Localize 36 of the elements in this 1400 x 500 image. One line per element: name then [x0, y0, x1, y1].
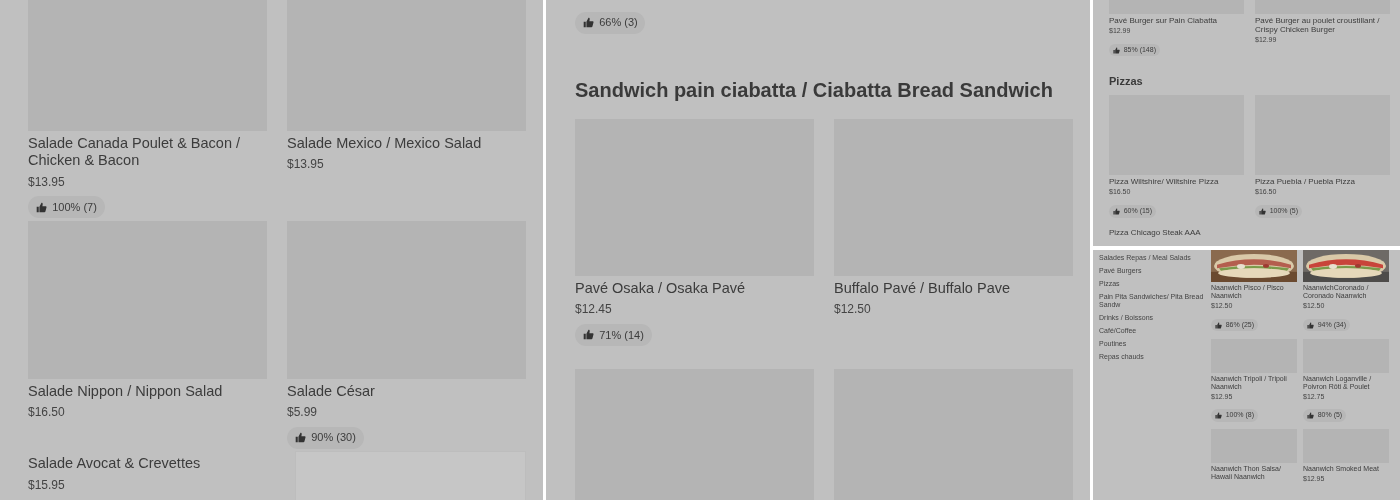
thumbs-up-icon [1113, 207, 1121, 215]
section-heading: Sandwich pain ciabatta / Ciabatta Bread Sandwich [575, 78, 1054, 103]
item-price: $12.50 [834, 301, 872, 319]
thumbs-up-icon [1215, 321, 1223, 329]
rating-badge: 100% (7) [28, 196, 105, 219]
item-price: $13.95 [28, 173, 66, 191]
thumbs-up-icon [582, 17, 594, 28]
item-price: $13.95 [287, 156, 325, 174]
rating-badge: 66% (3) [575, 11, 646, 34]
item-price: $16.50 [28, 404, 66, 422]
thumbs-up-icon [1307, 321, 1315, 329]
thumbs-up-icon [294, 432, 306, 444]
item-name[interactable]: Pizza Wiltshire/ Wiltshire Pizza [1109, 177, 1244, 187]
item-name[interactable]: Salade Avocat & Crevettes [28, 455, 267, 473]
thumbs-up-icon [1113, 46, 1121, 54]
item-name[interactable]: Salade Mexico / Mexico Salad [287, 135, 526, 153]
item-price: $12.45 [575, 301, 613, 319]
item-name[interactable]: Pizza Chicago Steak AAA [1109, 227, 1244, 238]
thumbs-up-icon [1215, 412, 1223, 420]
section-heading: Pizzas [1109, 73, 1144, 89]
item-name[interactable]: Buffalo Pavé / Buffalo Pave [834, 280, 1073, 298]
thumbs-up-icon [35, 201, 47, 213]
thumbs-up-icon [1259, 207, 1267, 215]
thumbs-up-icon [582, 329, 594, 341]
item-price: $5.99 [287, 404, 319, 422]
item-name[interactable]: Pavé Burger au poulet croustillant / Crispy Chicken Burger [1255, 16, 1390, 35]
item-name[interactable]: Salade Canada Poulet & Bacon / Chicken & Bacon [28, 135, 267, 170]
rating-badge: 71% (14) [575, 323, 652, 346]
item-name[interactable]: Salade Nippon / Nippon Salad [28, 382, 267, 401]
item-name[interactable]: Pavé Burger sur Pain Ciabatta [1109, 16, 1244, 26]
item-name[interactable]: Pavé Osaka / Osaka Pavé [575, 280, 814, 298]
rating-badge: 90% (30) [287, 426, 364, 449]
item-price: $15.95 [28, 476, 66, 494]
item-name[interactable]: Pizza Puebla / Puebla Pizza [1255, 177, 1390, 187]
thumbs-up-icon [1307, 412, 1315, 420]
item-name[interactable]: Salade César [287, 382, 526, 401]
